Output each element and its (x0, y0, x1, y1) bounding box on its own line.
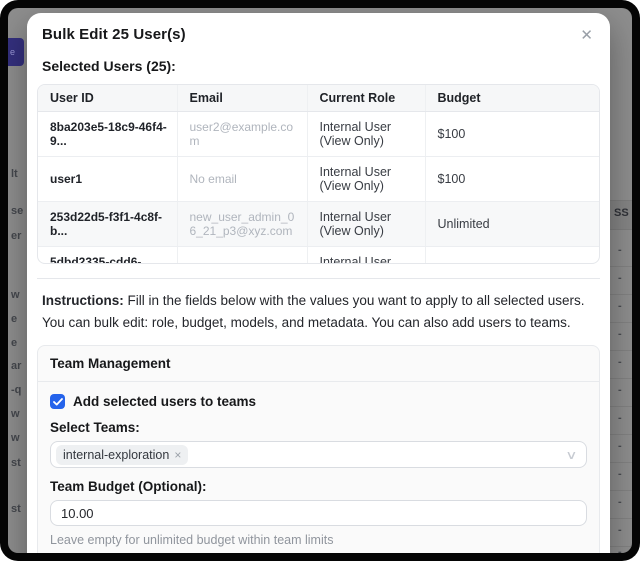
selected-users-table-container[interactable]: User IDEmailCurrent RoleBudget 8ba203e5-… (37, 84, 600, 264)
current-role-cell: Internal User (View Only) (307, 112, 425, 157)
teams-multiselect[interactable]: internal-exploration × ∨ (50, 441, 587, 468)
team-budget-label: Team Budget (Optional): (50, 479, 587, 494)
user-id-cell: 5dbd2335-cdd6-47ca-b... (38, 247, 177, 265)
budget-cell: $100 (425, 157, 599, 202)
budget-helper-text: Leave empty for unlimited budget within … (50, 533, 587, 547)
background-text-fragment: lt (11, 168, 18, 180)
background-table-cell-dash: - (618, 546, 622, 553)
team-management-title: Team Management (38, 346, 599, 382)
background-table-cell-dash: - (618, 272, 622, 284)
team-budget-input[interactable] (50, 500, 587, 526)
modal-title: Bulk Edit 25 User(s) (42, 26, 186, 43)
checkmark-icon (53, 398, 63, 406)
team-management-section: Team Management Add selected users to te… (37, 345, 600, 553)
current-role-cell: Internal User (View Only) (307, 157, 425, 202)
budget-cell: Unlimited (425, 202, 599, 247)
current-role-cell: Internal User (View Only) (307, 247, 425, 265)
users-table-body: 8ba203e5-18c9-46f4-9...user2@example.com… (38, 112, 599, 265)
column-header: Email (177, 85, 307, 112)
remove-team-tag-icon[interactable]: × (174, 448, 181, 462)
background-table-cell-dash: - (618, 328, 622, 340)
user-id-cell: 8ba203e5-18c9-46f4-9... (38, 112, 177, 157)
background-text-fragment: st (11, 457, 21, 469)
current-role-cell: Internal User (View Only) (307, 202, 425, 247)
background-row-separator (608, 294, 632, 295)
background-row-separator (608, 462, 632, 463)
background-text-fragment: w (11, 432, 20, 444)
background-row-separator (608, 406, 632, 407)
background-table-cell-dash: - (618, 244, 622, 256)
table-row: 253d22d5-f3f1-4c8f-b...new_user_admin_06… (38, 202, 599, 247)
table-row: 5dbd2335-cdd6-47ca-b...interInternal Use… (38, 247, 599, 265)
background-row-separator (608, 378, 632, 379)
background-text-fragment: e (11, 313, 17, 325)
background-text-fragment: se (11, 205, 23, 217)
table-row: 8ba203e5-18c9-46f4-9...user2@example.com… (38, 112, 599, 157)
email-cell: new_user_admin_06_21_p3@xyz.com (177, 202, 307, 247)
background-table-header-text: SS (614, 207, 629, 219)
background-row-separator (608, 490, 632, 491)
background-table-cell-dash: - (618, 440, 622, 452)
budget-cell: Unlimited (425, 247, 599, 265)
background-table-cell-dash: - (618, 384, 622, 396)
user-id-cell: 253d22d5-f3f1-4c8f-b... (38, 202, 177, 247)
background-table-cell-dash: - (618, 356, 622, 368)
background-text-fragment: e (11, 337, 17, 349)
selected-team-tag: internal-exploration × (56, 445, 188, 465)
email-cell: No email (177, 157, 307, 202)
screenshot-frame: e ltseerweear-qwwstst SS ------------ Bu… (0, 0, 640, 561)
background-blue-button-fragment: e (8, 38, 24, 66)
instructions-label: Instructions: (42, 293, 124, 308)
column-header: Budget (425, 85, 599, 112)
user-id-cell: user1 (38, 157, 177, 202)
column-header: User ID (38, 85, 177, 112)
background-table-cell-dash: - (618, 496, 622, 508)
close-icon[interactable]: ✕ (574, 26, 599, 45)
email-cell: user2@example.com (177, 112, 307, 157)
selected-users-table: User IDEmailCurrent RoleBudget 8ba203e5-… (38, 85, 599, 264)
table-row: user1No emailInternal User (View Only)$1… (38, 157, 599, 202)
selected-users-heading: Selected Users (25): (42, 58, 601, 74)
background-text-fragment: w (11, 289, 20, 301)
background-row-separator (608, 518, 632, 519)
background-text-fragment: -q (11, 384, 21, 396)
background-row-separator (608, 434, 632, 435)
app-screen: e ltseerweear-qwwstst SS ------------ Bu… (8, 8, 632, 553)
chevron-down-icon[interactable]: ∨ (565, 448, 577, 462)
background-text-fragment: ar (11, 360, 21, 372)
background-table-cell-dash: - (618, 300, 622, 312)
table-header-row: User IDEmailCurrent RoleBudget (38, 85, 599, 112)
background-table-cell-dash: - (618, 468, 622, 480)
background-row-separator (608, 322, 632, 323)
column-header: Current Role (307, 85, 425, 112)
background-row-separator (608, 350, 632, 351)
background-row-separator (608, 266, 632, 267)
background-table-cell-dash: - (618, 412, 622, 424)
add-users-to-teams-label: Add selected users to teams (73, 394, 256, 409)
background-text-fragment: w (11, 408, 20, 420)
add-users-to-teams-checkbox[interactable] (50, 394, 65, 409)
selected-team-tag-label: internal-exploration (63, 448, 169, 462)
email-cell: inter (177, 247, 307, 265)
instructions-text: Instructions: Fill in the fields below w… (42, 290, 595, 334)
section-divider (37, 278, 600, 279)
select-teams-label: Select Teams: (50, 420, 587, 435)
background-text-fragment: er (11, 230, 21, 242)
background-table-cell-dash: - (618, 524, 622, 536)
budget-cell: $100 (425, 112, 599, 157)
bulk-edit-modal: Bulk Edit 25 User(s) ✕ Selected Users (2… (27, 13, 610, 553)
background-text-fragment: st (11, 503, 21, 515)
instructions-body: Fill in the fields below with the values… (42, 293, 585, 330)
